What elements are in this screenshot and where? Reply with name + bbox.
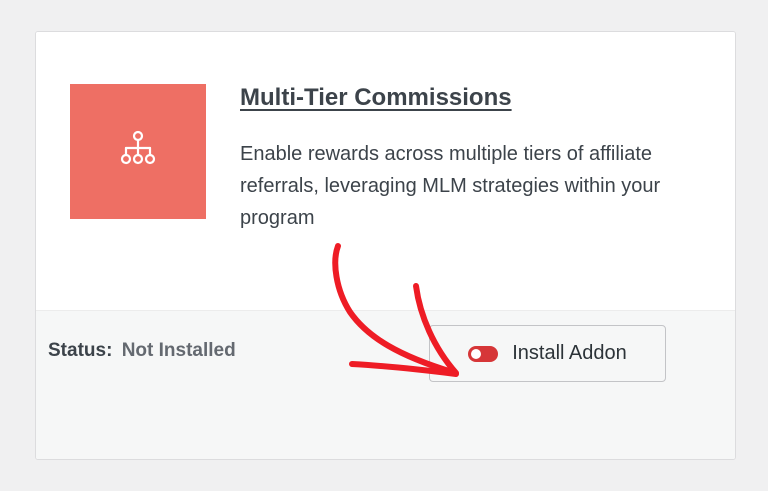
status-text: Status: Not Installed <box>48 340 236 362</box>
addon-card-body: Multi-Tier Commissions Enable rewards ac… <box>36 32 735 310</box>
status-label: Status: <box>48 340 113 361</box>
hierarchy-icon <box>118 129 158 174</box>
addon-card: Multi-Tier Commissions Enable rewards ac… <box>35 31 736 460</box>
install-addon-button[interactable]: Install Addon <box>429 325 666 382</box>
addon-icon-tile <box>70 84 206 219</box>
install-addon-label: Install Addon <box>512 342 627 364</box>
addon-title-link[interactable]: Multi-Tier Commissions <box>240 84 512 112</box>
addon-description: Enable rewards across multiple tiers of … <box>240 143 661 229</box>
toggle-off-icon <box>468 345 499 362</box>
status-value: Not Installed <box>121 340 236 361</box>
